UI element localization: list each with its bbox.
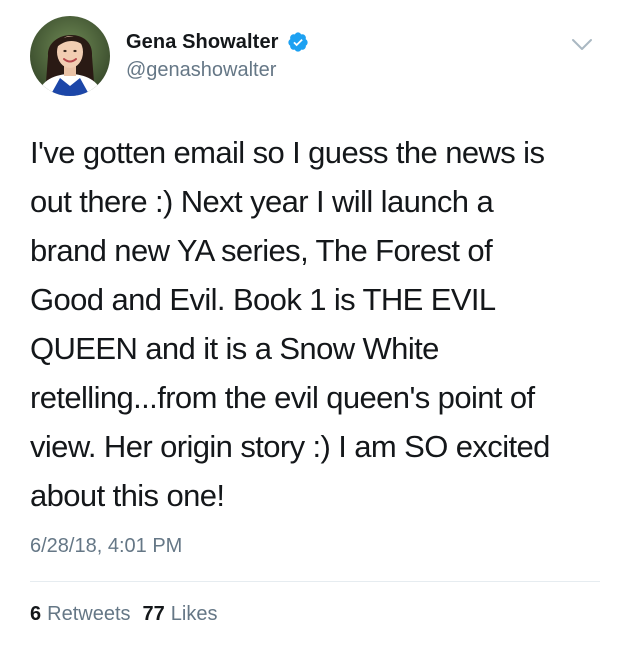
author-display-name[interactable]: Gena Showalter (126, 31, 279, 54)
tweet-card: Gena Showalter @genashowalter I've gotte… (0, 0, 620, 647)
likes-label[interactable]: Likes (171, 603, 218, 626)
divider (30, 581, 600, 582)
tweet-timestamp[interactable]: 6/28/18, 4:01 PM (30, 535, 182, 558)
retweets-count[interactable]: 6 (30, 603, 41, 626)
avatar[interactable] (30, 16, 110, 96)
verified-badge-icon (287, 31, 309, 53)
author-handle[interactable]: @genashowalter (126, 59, 276, 82)
author-name-row: Gena Showalter (126, 28, 309, 56)
avatar-image (30, 16, 110, 96)
retweets-label[interactable]: Retweets (47, 603, 130, 626)
chevron-down-icon[interactable] (571, 38, 593, 52)
likes-count[interactable]: 77 (143, 603, 165, 626)
tweet-stats: 6 Retweets 77 Likes (30, 603, 217, 626)
tweet-text: I've gotten email so I guess the news is… (30, 135, 550, 513)
